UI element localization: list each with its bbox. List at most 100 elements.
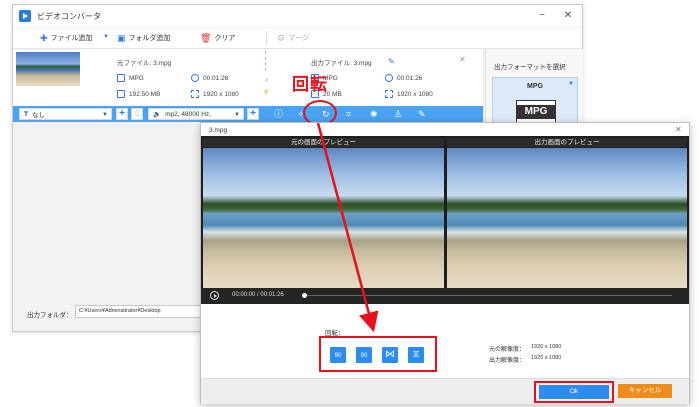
output-preview-label: 出力画面のプレビュー [447, 138, 687, 147]
audio-select-value: mp2, 48000 Hz, [165, 110, 211, 118]
output-folder-path[interactable]: C:¥Users¥Administrator¥Desktop [75, 305, 201, 318]
rotate-right-icon: 90 [360, 353, 368, 359]
lightning-icon[interactable]: ⚡ [263, 87, 269, 98]
ok-highlight: Ok [534, 381, 614, 403]
effects-icon[interactable]: ✺ [370, 109, 378, 119]
audio-select[interactable]: 🔈 mp2, 48000 Hz, ▼ [148, 108, 244, 120]
clear-label: クリア [214, 35, 236, 42]
seek-bar[interactable] [304, 295, 672, 296]
player-bar: 00:00:00 / 00:01:26 [201, 288, 689, 304]
subtitle-select[interactable]: T なし ▼ [19, 108, 112, 120]
chevron-down-icon: ▼ [568, 81, 574, 87]
minimize-button[interactable]: − [535, 9, 549, 23]
app-title: ビデオコンバータ [37, 12, 101, 21]
original-preview-image [203, 148, 444, 288]
merge-label: マージ [288, 35, 309, 42]
source-format-value: MPG [129, 74, 144, 82]
output-preview-image [447, 148, 687, 288]
original-resolution-label: 元の解像度： [489, 347, 526, 353]
file-size-icon [117, 90, 125, 98]
rotate-annotation-text: 回転 [292, 75, 328, 95]
subtitle-select-value: なし [31, 112, 45, 119]
trash-icon: 🗑 [200, 32, 212, 43]
output-duration-value: 00:01:26 [397, 74, 423, 82]
add-file-button[interactable]: ✚ ファイル追加 [40, 33, 93, 43]
add-audio-button[interactable]: + [247, 108, 259, 120]
time-separator: / [257, 292, 259, 298]
clock-icon [191, 74, 199, 82]
source-file-label: 元ファイル: 3.mpg [117, 60, 172, 67]
speaker-icon: 🔈 [153, 111, 162, 118]
remove-file-icon[interactable]: ✕ [459, 55, 466, 64]
original-preview-label: 元の画面のプレビュー [203, 138, 444, 147]
output-resolution-label: 出力解像度： [489, 358, 526, 364]
add-file-label: ファイル追加 [50, 35, 93, 42]
output-format-name: MPG [527, 83, 543, 90]
toolbar: ✚ ファイル追加 ▼ ▣ フォルダ追加 🗑 クリア ⚙ マージ [13, 28, 582, 49]
chevron-down-icon: ▼ [234, 112, 240, 118]
watermark-icon[interactable]: ♙ [394, 109, 402, 119]
folder-plus-icon: ▣ [117, 32, 126, 43]
output-duration: 00:01:26 [385, 74, 422, 82]
edit-bar: T なし ▼ + ▯ 🔈 mp2, 48000 Hz, ▼ + ⓘ ✧ ↻ ⌗ … [13, 106, 483, 122]
cancel-button[interactable]: キャンセル [618, 384, 672, 398]
edit-icon[interactable]: ✎ [418, 109, 426, 119]
original-resolution-value: 1920 x 1080 [531, 344, 562, 350]
clock-icon [385, 74, 393, 82]
rotate-buttons-highlight: 90 90 ⋈ ⧖ [319, 336, 437, 372]
add-folder-button[interactable]: ▣ フォルダ追加 [117, 33, 171, 43]
preview-area: 元の画面のプレビュー 出力画面のプレビュー 00:00:00 / 00:01:2… [201, 136, 689, 304]
source-size-value: 192.50 MB [129, 90, 161, 98]
chevron-down-icon: ▼ [103, 34, 109, 40]
clear-button[interactable]: 🗑 クリア [200, 33, 235, 43]
video-thumbnail[interactable] [16, 52, 80, 86]
flip-horizontal-button[interactable]: ⋈ [382, 347, 398, 363]
text-icon: T [24, 110, 28, 118]
output-resolution-value: 1920 x 1080 [531, 355, 562, 361]
play-icon[interactable] [210, 291, 219, 300]
source-size: 192.50 MB [117, 90, 160, 98]
output-resolution-value: 1920 x 1080 [397, 90, 433, 98]
chevron-down-icon: ▼ [102, 112, 108, 118]
chevron-right-icon: › [265, 74, 268, 84]
time-display: 00:00:00 / 00:01:26 [232, 292, 284, 298]
rotate-right-button[interactable]: 90 [356, 347, 372, 363]
output-format-label: 出力フォーマットを選択 [494, 64, 566, 71]
resolution-icon [191, 90, 199, 98]
ok-button[interactable]: Ok [539, 385, 609, 399]
merge-icon: ⚙ [277, 32, 286, 43]
source-resolution: 1920 x 1080 [191, 90, 239, 98]
title-bar: ビデオコンバータ − ✕ [13, 5, 582, 27]
divider [265, 51, 266, 71]
file-format-icon [117, 74, 125, 82]
source-resolution-value: 1920 x 1080 [203, 90, 239, 98]
output-file-label: 出力ファイル: 3.mpg [311, 60, 372, 67]
merge-button[interactable]: ⚙ マージ [277, 33, 309, 43]
source-duration-value: 00:01:26 [203, 74, 229, 82]
source-format: MPG [117, 74, 144, 82]
source-duration: 00:01:26 [191, 74, 228, 82]
resolution-icon [385, 90, 393, 98]
dialog-title: 3.mpg [209, 127, 228, 134]
flip-vertical-icon: ⧖ [412, 349, 420, 360]
file-row: 元ファイル: 3.mpg MPG 00:01:26 192.50 MB 1920… [13, 49, 483, 106]
crop-icon[interactable]: ⌗ [346, 109, 351, 119]
rotate-left-icon: 90 [334, 353, 342, 359]
close-button[interactable]: ✕ [561, 9, 575, 23]
flip-vertical-button[interactable]: ⧖ [408, 347, 424, 363]
subtitle-options-button[interactable]: ▯ [131, 108, 143, 120]
flip-horizontal-icon: ⋈ [385, 349, 395, 360]
rotate-left-button[interactable]: 90 [330, 347, 346, 363]
time-current: 00:00:00 [232, 292, 256, 298]
format-file-icon-text: MPG [517, 105, 555, 119]
seek-handle[interactable] [302, 293, 307, 298]
app-logo-icon [19, 10, 31, 22]
add-file-dropdown[interactable]: ▼ [103, 33, 109, 42]
output-resolution: 1920 x 1080 [385, 90, 433, 98]
info-icon[interactable]: ⓘ [274, 109, 283, 119]
dialog-close-icon[interactable]: ✕ [675, 125, 682, 134]
rotate-dialog: 3.mpg ✕ 元の画面のプレビュー 出力画面のプレビュー 00:00:00 /… [200, 122, 690, 404]
pencil-icon[interactable]: ✎ [388, 57, 395, 66]
add-folder-label: フォルダ追加 [128, 35, 171, 42]
add-subtitle-button[interactable]: + [116, 108, 128, 120]
